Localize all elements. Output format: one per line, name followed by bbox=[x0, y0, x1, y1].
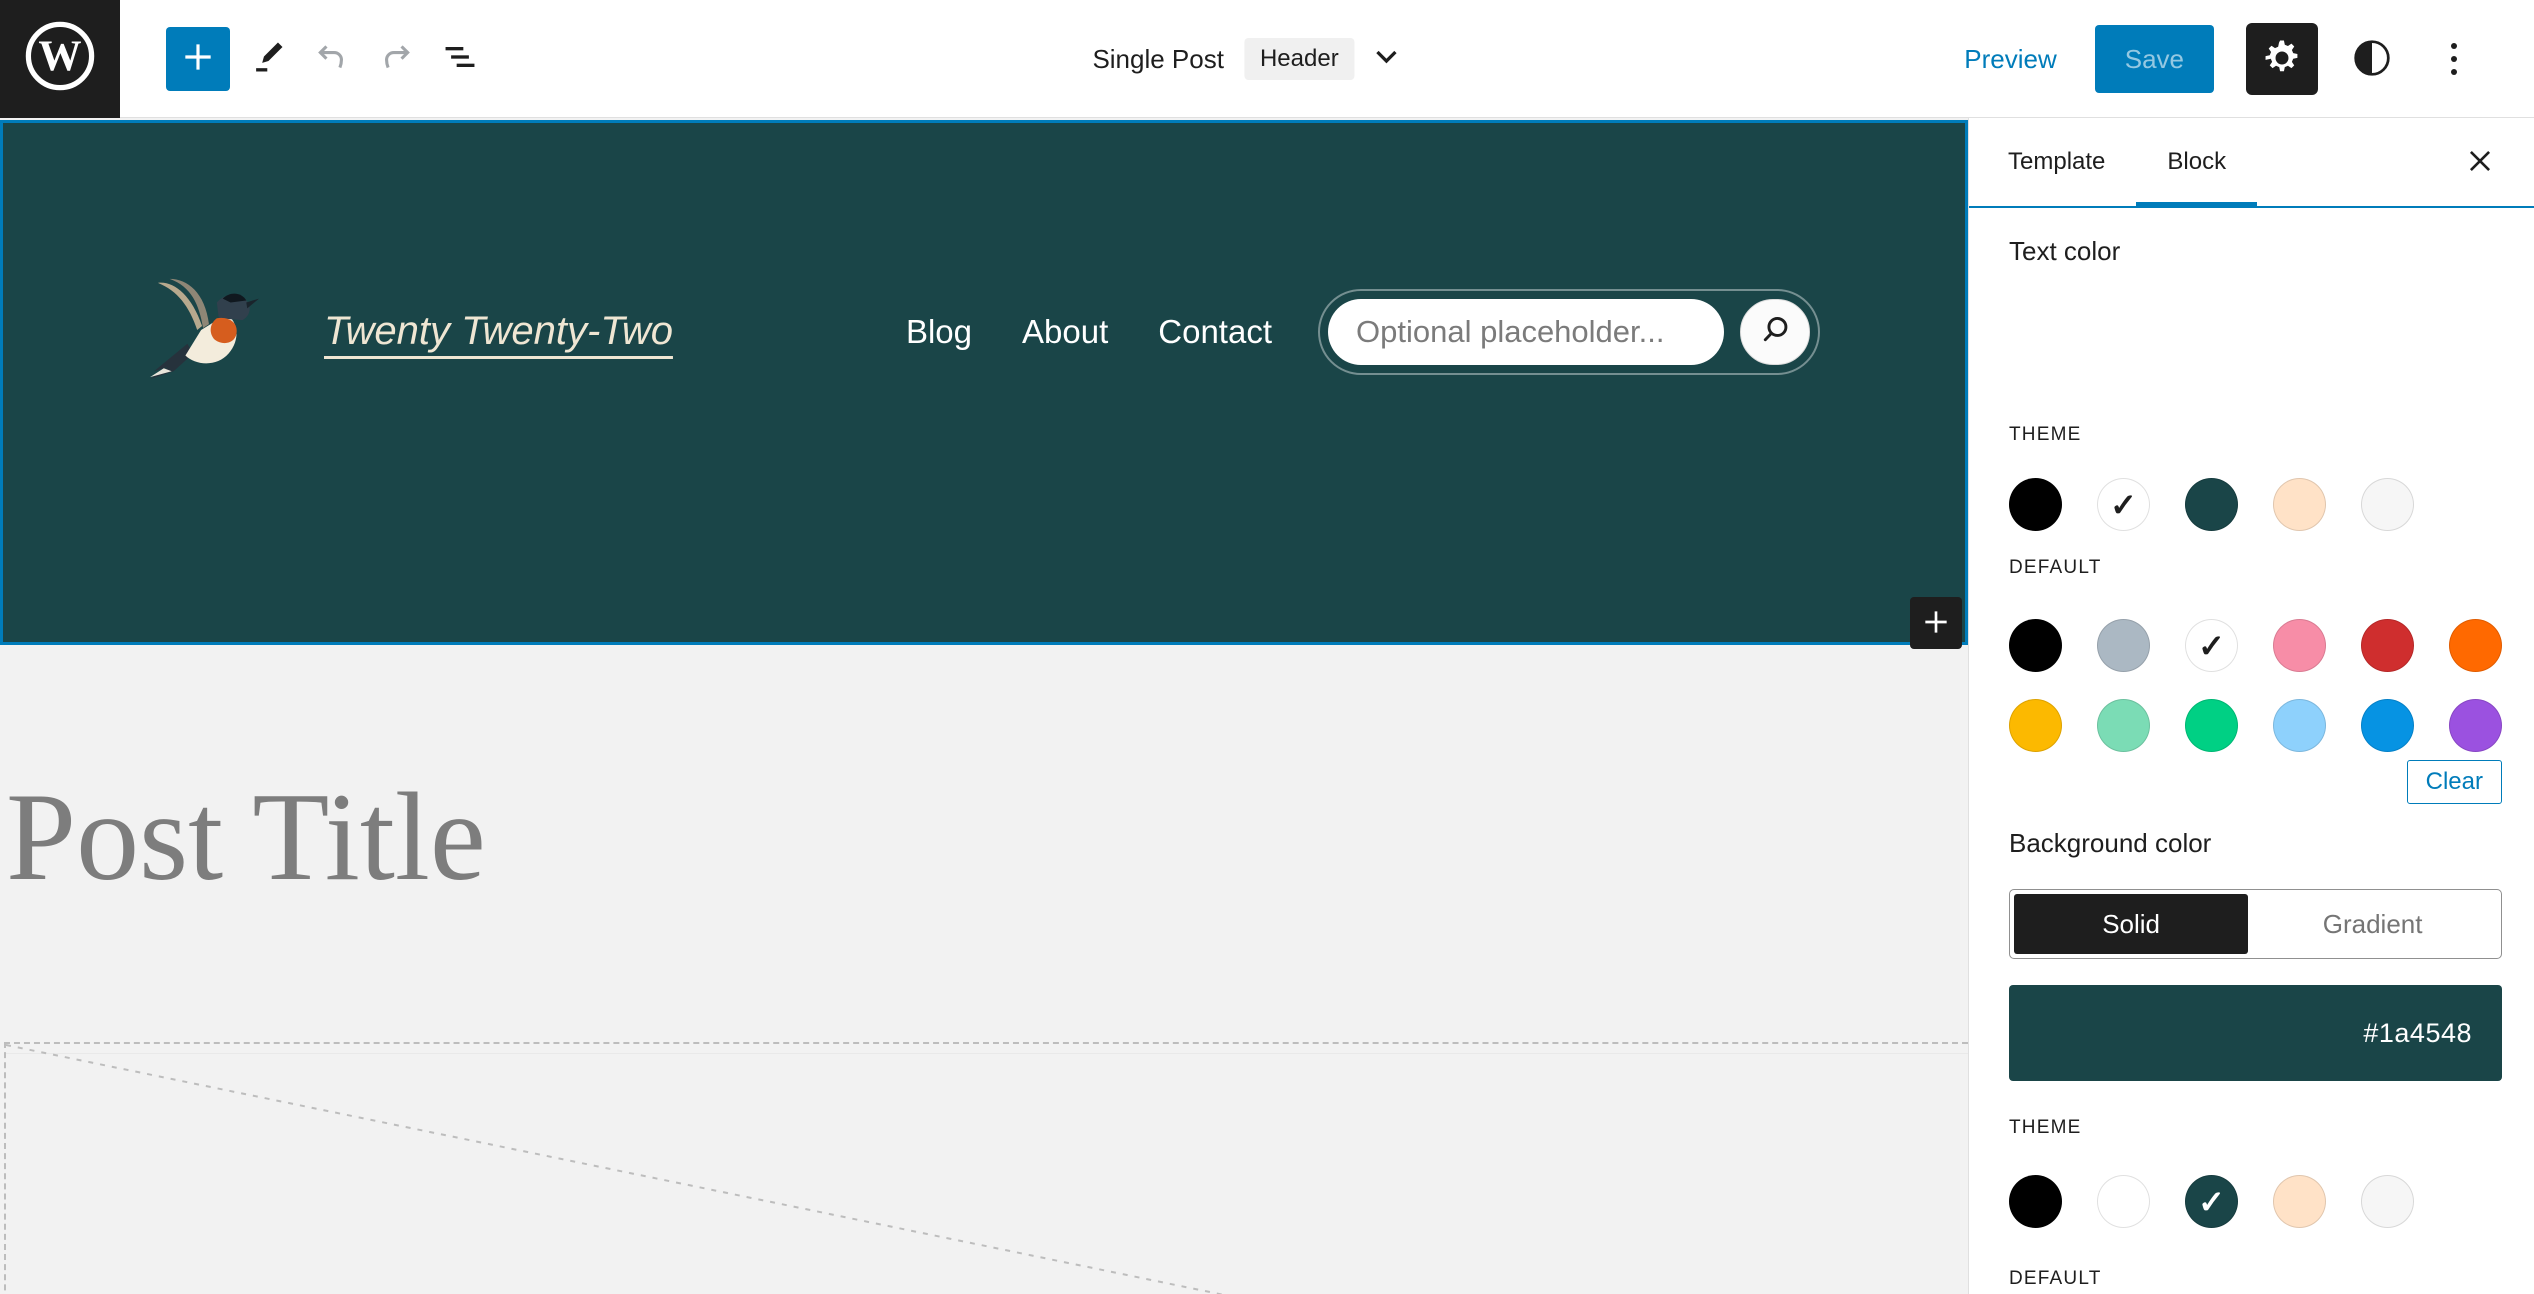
color-swatch[interactable] bbox=[2185, 478, 2238, 531]
color-swatch[interactable] bbox=[2273, 478, 2326, 531]
search-input[interactable] bbox=[1328, 298, 1724, 365]
redo-icon bbox=[376, 37, 416, 80]
post-content-placeholder[interactable] bbox=[4, 1042, 1968, 1294]
list-view-button[interactable] bbox=[434, 27, 486, 91]
save-button[interactable]: Save bbox=[2094, 25, 2214, 93]
block-appender-button[interactable] bbox=[1910, 597, 1962, 649]
color-swatch[interactable] bbox=[2361, 1175, 2414, 1228]
color-swatch[interactable] bbox=[2009, 1175, 2062, 1228]
undo-icon bbox=[312, 37, 352, 80]
tab-template[interactable]: Template bbox=[1977, 118, 2136, 206]
document-title: Single Post bbox=[1092, 43, 1224, 74]
color-swatch[interactable] bbox=[2097, 1175, 2150, 1228]
color-swatch[interactable] bbox=[2097, 619, 2150, 672]
color-swatch[interactable] bbox=[2361, 478, 2414, 531]
color-swatch[interactable] bbox=[2273, 1175, 2326, 1228]
block-inserter-button[interactable] bbox=[166, 26, 230, 91]
default-palette-label: DEFAULT bbox=[2009, 1268, 2102, 1289]
solid-tab[interactable]: Solid bbox=[2014, 894, 2249, 954]
kebab-icon bbox=[2451, 43, 2457, 49]
current-color-preview[interactable]: #1a4548 bbox=[2009, 985, 2502, 1081]
document-title-dropdown[interactable]: Single Post Header bbox=[1092, 0, 1398, 118]
background-color-theme-swatches bbox=[2009, 1175, 2502, 1228]
header-navigation: Blog About Contact bbox=[906, 313, 1272, 351]
styles-half-circle-icon bbox=[2352, 38, 2392, 81]
color-swatch[interactable] bbox=[2273, 699, 2326, 752]
text-color-default-swatches-row1 bbox=[2009, 619, 2502, 672]
text-color-theme-swatches bbox=[2009, 478, 2502, 531]
edit-tool-button[interactable] bbox=[242, 27, 294, 91]
undo-button[interactable] bbox=[306, 27, 358, 91]
settings-sidebar: Template Block Text color THEME DEFAU bbox=[1968, 118, 2534, 1294]
plus-icon bbox=[179, 38, 217, 79]
plus-icon bbox=[1920, 606, 1952, 641]
toolbar-right-group: Preview Save bbox=[1964, 0, 2534, 118]
color-swatch[interactable] bbox=[2185, 619, 2238, 672]
close-icon bbox=[2467, 148, 2493, 177]
color-swatch[interactable] bbox=[2185, 699, 2238, 752]
color-swatch[interactable] bbox=[2009, 478, 2062, 531]
wordpress-menu-button[interactable]: W bbox=[0, 0, 120, 118]
nav-item-blog[interactable]: Blog bbox=[906, 313, 972, 351]
background-color-heading: Background color bbox=[2009, 828, 2212, 858]
text-color-default-swatches-row2 bbox=[2009, 699, 2502, 752]
color-type-toggle: Solid Gradient bbox=[2009, 889, 2502, 959]
header-template-part-block[interactable]: Twenty Twenty-Two Blog About Contact bbox=[0, 120, 1968, 649]
search-block bbox=[1318, 288, 1820, 375]
chevron-down-icon bbox=[1375, 49, 1399, 69]
editor-workspace: Twenty Twenty-Two Blog About Contact Opt… bbox=[0, 118, 2534, 1294]
placeholder-diagonal-line bbox=[6, 1044, 1225, 1294]
wordpress-logo-icon: W bbox=[23, 19, 97, 98]
block-settings-panel: Text color THEME DEFAULT bbox=[1969, 208, 2534, 1290]
tab-block[interactable]: Block bbox=[2136, 118, 2257, 208]
theme-palette-label: THEME bbox=[2009, 424, 2082, 445]
color-swatch[interactable] bbox=[2449, 619, 2502, 672]
color-swatch[interactable] bbox=[2273, 619, 2326, 672]
clear-color-button[interactable]: Clear bbox=[2406, 760, 2502, 804]
list-view-icon bbox=[440, 37, 480, 80]
site-title-link[interactable]: Twenty Twenty-Two bbox=[324, 309, 673, 354]
site-brand-group: Twenty Twenty-Two bbox=[148, 275, 673, 388]
color-swatch[interactable] bbox=[2009, 699, 2062, 752]
styles-button[interactable] bbox=[2342, 23, 2402, 95]
header-row-block: Twenty Twenty-Two Blog About Contact bbox=[3, 275, 1965, 388]
editor-canvas: Twenty Twenty-Two Blog About Contact Opt… bbox=[0, 118, 1968, 1294]
svg-text:W: W bbox=[38, 33, 81, 80]
color-swatch[interactable] bbox=[2097, 699, 2150, 752]
nav-item-about[interactable]: About bbox=[1022, 313, 1108, 351]
pencil-icon bbox=[249, 38, 287, 79]
preview-button[interactable]: Preview bbox=[1964, 44, 2056, 75]
close-sidebar-button[interactable] bbox=[2454, 136, 2506, 188]
color-swatch[interactable] bbox=[2449, 699, 2502, 752]
document-badge: Header bbox=[1243, 38, 1355, 80]
default-palette-label: DEFAULT bbox=[2009, 557, 2102, 578]
editor-toolbar: W Single Post Header Preview Save bbox=[0, 0, 2534, 118]
redo-button[interactable] bbox=[370, 27, 422, 91]
settings-button[interactable] bbox=[2246, 23, 2318, 95]
color-hex-value: #1a4548 bbox=[2363, 1017, 2472, 1048]
post-title-block[interactable]: Post Title bbox=[6, 766, 486, 911]
color-swatch[interactable] bbox=[2185, 1175, 2238, 1228]
sidebar-tabbar: Template Block bbox=[1969, 118, 2534, 208]
gear-icon bbox=[2261, 37, 2303, 82]
search-icon bbox=[1758, 313, 1792, 350]
gradient-tab[interactable]: Gradient bbox=[2248, 894, 2497, 954]
site-logo-bird-image[interactable] bbox=[148, 275, 266, 388]
options-menu-button[interactable] bbox=[2432, 23, 2476, 95]
nav-item-contact[interactable]: Contact bbox=[1158, 313, 1272, 351]
header-right-group: Blog About Contact bbox=[906, 288, 1820, 375]
color-swatch[interactable] bbox=[2009, 619, 2062, 672]
search-submit-button[interactable] bbox=[1740, 298, 1810, 365]
color-swatch[interactable] bbox=[2361, 699, 2414, 752]
text-color-heading: Text color bbox=[2009, 236, 2121, 266]
theme-palette-label: THEME bbox=[2009, 1117, 2082, 1138]
color-swatch[interactable] bbox=[2361, 619, 2414, 672]
color-swatch[interactable] bbox=[2097, 478, 2150, 531]
